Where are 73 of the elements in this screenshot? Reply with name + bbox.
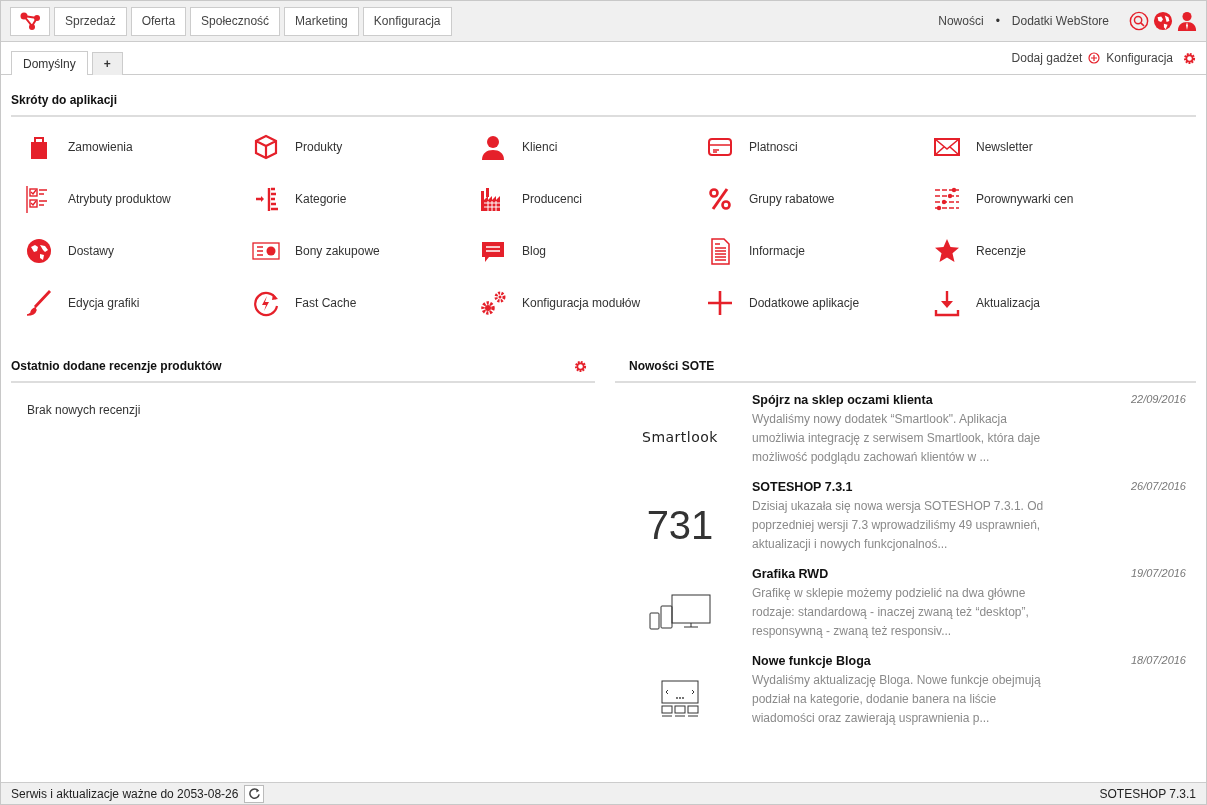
menu-button[interactable]: Marketing	[284, 6, 359, 36]
shortcut-link[interactable]: Porownywarki cen	[933, 185, 1160, 213]
gears-icon	[479, 289, 507, 317]
news-excerpt: Wydaliśmy nowy dodatek “Smartlook". Aplikacja umożliwia integrację z serwisem Smartlook, która daje możliwość podglądu zachowań klientów w ...	[752, 410, 1042, 466]
shortcut-link[interactable]: Newsletter	[933, 133, 1160, 161]
top-link[interactable]: Nowości	[938, 12, 984, 30]
tab[interactable]: +	[91, 52, 123, 75]
news-date: 26/07/2016	[1130, 479, 1186, 494]
shortcut-link[interactable]: Bony zakupowe	[252, 237, 479, 265]
shortcut-link[interactable]: Produkty	[252, 133, 479, 161]
shortcut-link[interactable]: Informacje	[706, 237, 933, 265]
news-title[interactable]: SOTESHOP 7.3.1	[752, 478, 1062, 497]
menu-button[interactable]: Konfiguracja	[362, 6, 452, 36]
search-icon[interactable]	[1129, 11, 1149, 31]
brush-icon	[25, 289, 53, 317]
shortcut-link[interactable]: Blog	[479, 237, 706, 265]
shortcut-link[interactable]: Konfiguracja modułów	[479, 289, 706, 317]
shortcut-link[interactable]: Platnosci	[706, 133, 933, 161]
shortcut-link[interactable]: Dostawy	[25, 237, 252, 265]
panel-title: Ostatnio dodane recenzje produktów	[11, 358, 223, 375]
shortcut-link[interactable]: Aktualizacja	[933, 289, 1160, 317]
news-excerpt: Wydaliśmy aktualizację Bloga. Nowe funkcje obejmują podział na kategorie, dodanie banera na liście wiadomości oraz zawierają usprawnienia p...	[752, 671, 1042, 727]
shortcut-link[interactable]: Klienci	[479, 133, 706, 161]
sliders-icon	[933, 185, 961, 213]
globe-icon	[25, 237, 53, 265]
settings-icon[interactable]	[1183, 51, 1196, 65]
thumbnail-number: 731	[646, 501, 714, 549]
network-logo-icon	[19, 10, 41, 32]
news-title[interactable]: Nowe funkcje Bloga	[752, 652, 1062, 671]
configuration-link[interactable]: Konfiguracja	[1106, 49, 1173, 67]
thumbnail-logo: Smartlook	[642, 428, 718, 447]
news-date: 19/07/2016	[1130, 566, 1186, 581]
slider-layout-drawing	[659, 678, 701, 719]
shortcut-link[interactable]: Edycja grafiki	[25, 289, 252, 317]
news-title[interactable]: Spójrz na sklep oczami klienta	[752, 391, 1062, 410]
menu-button[interactable]: Sprzedaż	[54, 6, 127, 36]
empty-message: Brak nowych recenzji	[26, 402, 142, 419]
refresh-button[interactable]	[244, 784, 265, 803]
add-gadget-link[interactable]: Dodaj gadżet	[1011, 49, 1083, 67]
shortcut-link[interactable]: Grupy rabatowe	[706, 185, 933, 213]
shortcut-link[interactable]: Kategorie	[252, 185, 479, 213]
top-link[interactable]: Dodatki WebStore	[1011, 12, 1109, 30]
news-date: 18/07/2016	[1130, 653, 1186, 668]
cube-icon	[252, 133, 280, 161]
refresh-icon	[247, 787, 261, 800]
settings-icon[interactable]	[574, 359, 587, 373]
user-icon[interactable]	[1177, 10, 1197, 32]
section-title: Skróty do aplikacji	[11, 93, 118, 107]
news-excerpt: Dzisiaj ukazała się nowa wersja SOTESHOP 7.3.1. Od poprzedniej wersji 7.3 wprowadziliśmy 49 usprawnień, aktualizacji i nowych funkcjonalnoś...	[752, 497, 1045, 553]
refresh-bolt-icon	[252, 289, 280, 317]
download-icon	[933, 289, 961, 317]
tab[interactable]: Domyślny	[11, 51, 88, 75]
menu-button[interactable]: Oferta	[130, 6, 187, 36]
shortcut-link[interactable]: Producenci	[479, 185, 706, 213]
shortcut-link[interactable]: Zamowienia	[25, 133, 252, 161]
shortcut-link[interactable]: Atrybuty produktow	[25, 185, 252, 213]
globe-icon[interactable]	[1153, 11, 1173, 31]
menu-button[interactable]: Społeczność	[190, 6, 281, 36]
panel-title: Nowości SOTE	[629, 359, 715, 373]
person-icon	[479, 133, 507, 161]
news-excerpt: Grafikę w sklepie możemy podzielić na dwa główne rodzaje: standardową - inaczej zwaną też “desktop”, responsywną - zwaną też responsiv...	[752, 584, 1030, 640]
percent-icon	[706, 185, 734, 213]
news-date: 22/09/2016	[1130, 392, 1186, 407]
shortcut-link[interactable]: Fast Cache	[252, 289, 479, 317]
status-text: Serwis i aktualizacje ważne do 2053-08-26	[11, 785, 239, 803]
plus-icon	[706, 289, 734, 317]
shortcut-link[interactable]: Recenzje	[933, 237, 1160, 265]
shortcut-link[interactable]: Dodatkowe aplikacje	[706, 289, 933, 317]
separator-dot: •	[995, 13, 1000, 30]
logo-button[interactable]	[10, 6, 50, 36]
version-text: SOTESHOP 7.3.1	[1099, 785, 1196, 803]
news-title[interactable]: Grafika RWD	[752, 565, 1062, 584]
add-circle-icon	[1088, 52, 1101, 64]
